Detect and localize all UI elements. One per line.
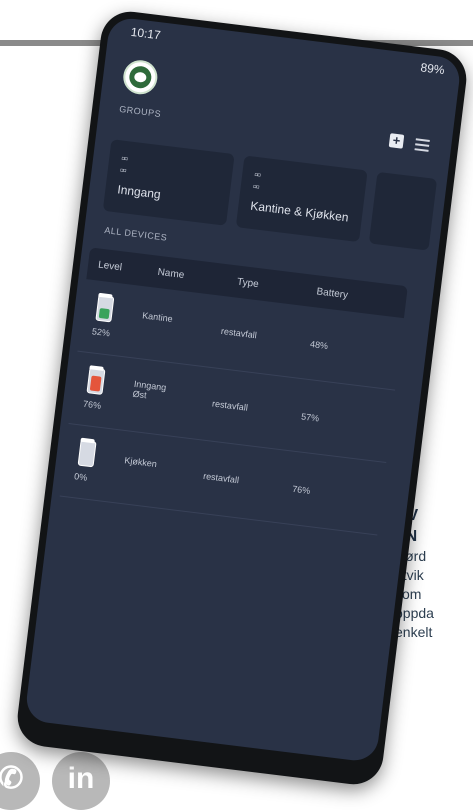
devices-table: Level Name Type Battery 52% Kantine rest… [59, 247, 408, 536]
article-line: utvik [395, 567, 424, 583]
article-line: enkelt [395, 624, 433, 640]
header-battery: Battery [315, 286, 349, 302]
group-card-kantine-kjokken[interactable]: ▫▫ ▫▫ Kantine & Kjøkken [235, 155, 368, 243]
contact-glyph: ✆ [0, 762, 24, 795]
bin-fill [80, 462, 91, 465]
bin-fill [89, 375, 102, 392]
status-bar: 10:17 89% [129, 25, 445, 81]
group-card-partial[interactable] [368, 171, 438, 251]
linkedin-glyph: in [67, 762, 95, 795]
menu-icon[interactable] [414, 138, 430, 152]
header-level: Level [97, 259, 123, 274]
bin-lid [80, 437, 95, 444]
row-level: 52% [91, 326, 111, 339]
row-battery: 48% [309, 338, 329, 352]
add-group-button[interactable]: + [388, 133, 405, 149]
menu-line [414, 148, 429, 152]
group-name: Inngang [116, 182, 162, 202]
groups-section-label: GROUPS [118, 103, 162, 119]
bin-level-icon [77, 437, 97, 468]
phone-mockup: 10:17 89% GROUPS + ▫▫ ▫▫ Inngang ▫▫ ▫▫ Kan… [14, 8, 470, 788]
row-name: Kjøkken [123, 455, 158, 470]
app-logo [121, 58, 160, 97]
grid-icon: ▫▫ ▫▫ [252, 168, 261, 194]
bin-level-icon [95, 292, 115, 323]
all-devices-section-label: ALL DEVICES [103, 225, 168, 243]
status-time: 10:17 [129, 24, 162, 43]
row-type: restavfall [211, 398, 249, 413]
row-level: 0% [73, 471, 88, 483]
row-type: restavfall [202, 470, 240, 486]
header-name: Name [157, 266, 185, 281]
row-type: restavfall [220, 325, 258, 341]
bin-level-icon [86, 365, 106, 395]
row-battery: 57% [300, 411, 320, 424]
row-level: 76% [82, 398, 102, 411]
row-battery: 76% [291, 483, 311, 496]
menu-line [415, 138, 430, 142]
row-name: Inngang Øst [132, 378, 167, 401]
header-type: Type [236, 276, 260, 291]
menu-line [415, 143, 430, 147]
bin-lid [98, 292, 113, 299]
bin-lid [89, 365, 104, 371]
row-name: Kantine [141, 310, 174, 324]
bin-fill [98, 307, 110, 320]
article-line: oppda [395, 605, 434, 621]
grid-icon: ▫▫ ▫▫ [119, 152, 128, 178]
group-card-inngang[interactable]: ▫▫ ▫▫ Inngang [102, 139, 235, 226]
article-line: som [395, 586, 422, 602]
status-battery: 89% [419, 60, 446, 78]
linkedin-icon[interactable]: in [52, 752, 110, 810]
app-screen: 10:17 89% GROUPS + ▫▫ ▫▫ Inngang ▫▫ ▫▫ Kan… [24, 16, 462, 763]
group-name: Kantine & Kjøkken [249, 198, 350, 225]
contact-social-icon[interactable]: ✆ [0, 752, 40, 810]
